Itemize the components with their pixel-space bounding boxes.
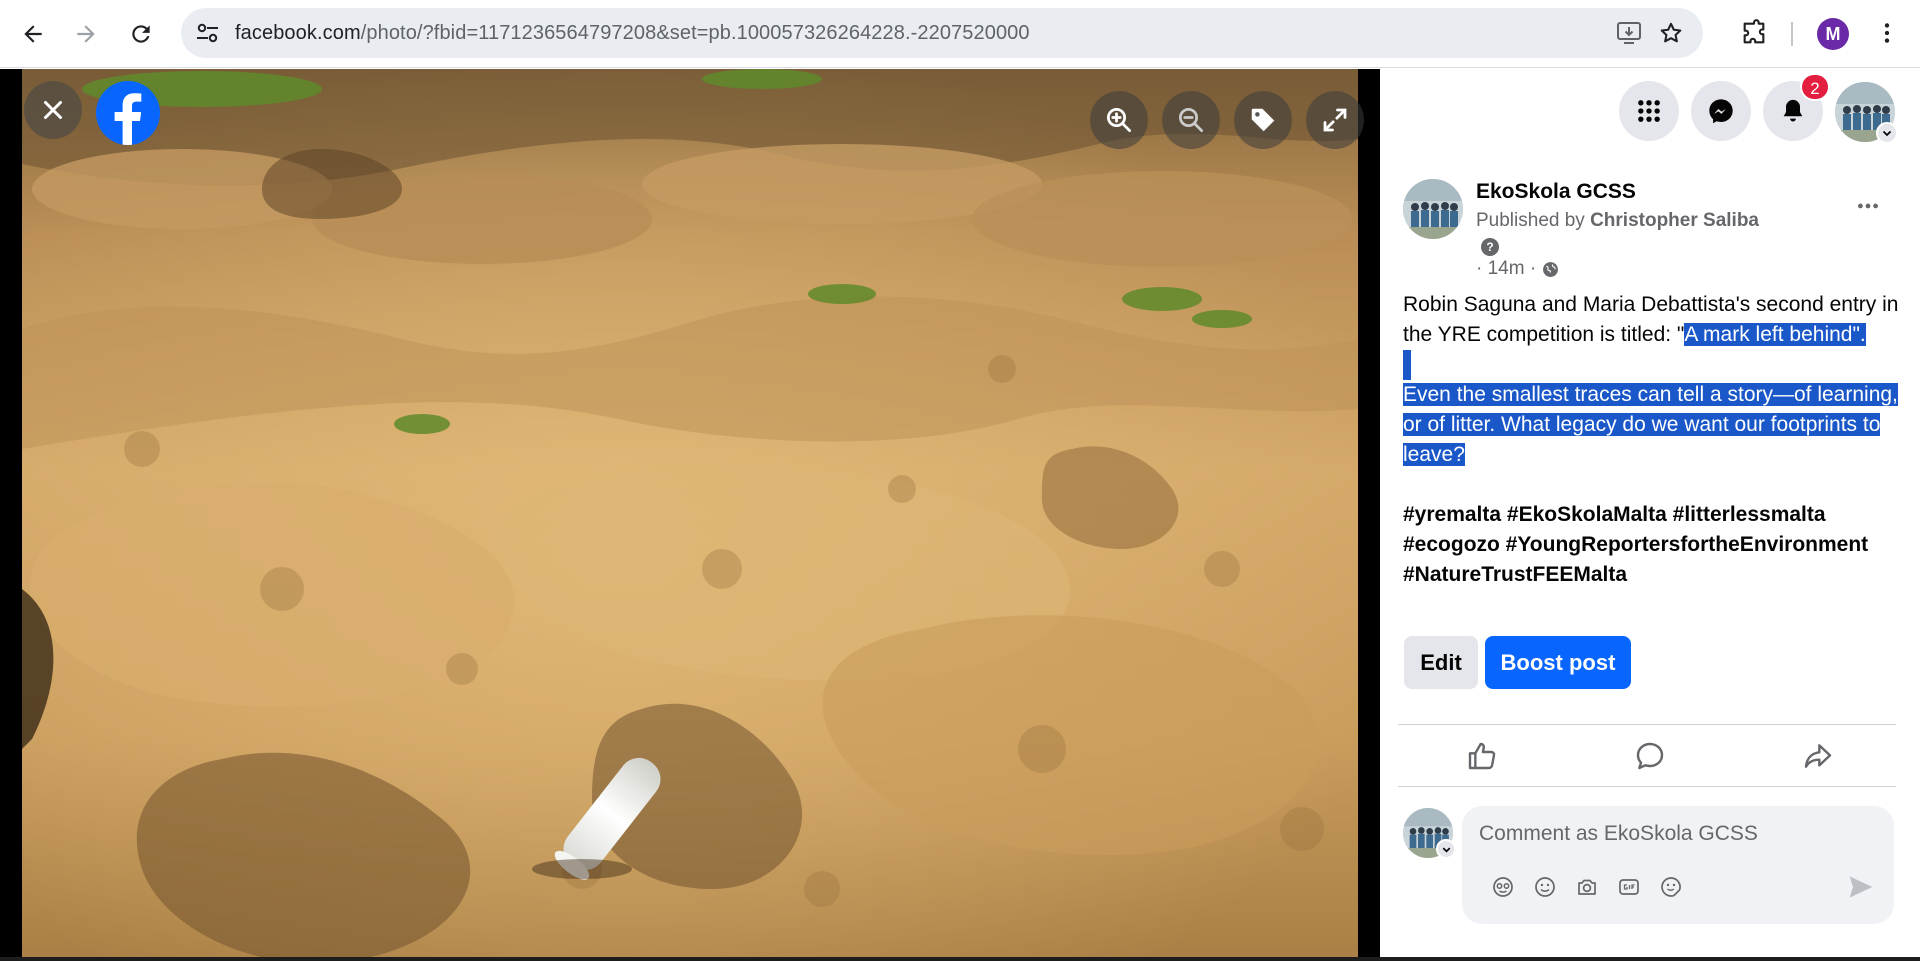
actions-top-divider: [1398, 724, 1896, 725]
group-photo-thumbnail: [1403, 179, 1463, 239]
comment-input[interactable]: [1479, 816, 1869, 852]
menu-button[interactable]: [1619, 81, 1679, 141]
author-name[interactable]: EkoSkola GCSS: [1476, 180, 1636, 204]
install-app-icon[interactable]: [1615, 20, 1643, 46]
post-text-title-selected: A mark left behind".: [1684, 323, 1866, 346]
puzzle-icon: [1743, 19, 1765, 44]
selected-blank-line: [1403, 350, 1411, 380]
share-arrow-icon: [1804, 744, 1832, 768]
thumbs-up-icon: [1468, 742, 1496, 770]
edit-post-button[interactable]: Edit: [1404, 636, 1478, 689]
vertical-dots-icon: [1884, 23, 1890, 43]
smiley-icon: [1535, 877, 1555, 897]
browser-menu-button[interactable]: [1870, 16, 1904, 50]
avatar-sticker-icon: [1493, 877, 1513, 897]
share-button[interactable]: [1800, 738, 1836, 774]
photo-viewer: [0, 69, 1380, 961]
post-options-button[interactable]: [1848, 186, 1888, 226]
commenter-switch-caret[interactable]: [1436, 839, 1456, 859]
comment-bubble-icon: [1636, 742, 1664, 770]
chevron-down-icon: [1882, 130, 1892, 137]
actions-bottom-divider: [1398, 786, 1896, 787]
post-text-body-selected: Even the smallest traces can tell a stor…: [1403, 383, 1898, 466]
fullscreen-icon: [1323, 108, 1347, 132]
post-hashtags[interactable]: #yremalta #EkoSkolaMalta #litterlessmalt…: [1403, 500, 1903, 590]
help-icon[interactable]: ?: [1481, 238, 1499, 256]
reload-button[interactable]: [121, 14, 161, 54]
avatar-sticker-button[interactable]: [1490, 874, 1516, 900]
zoom-in-button[interactable]: [1090, 91, 1148, 149]
post-timestamp[interactable]: · 14m ·: [1476, 258, 1536, 280]
globe-icon: [1543, 261, 1559, 277]
notification-count-badge: 2: [1800, 73, 1830, 101]
boost-post-button[interactable]: Boost post: [1485, 636, 1631, 689]
gif-button[interactable]: [1616, 874, 1642, 900]
site-settings-icon[interactable]: [195, 21, 221, 45]
account-menu-caret[interactable]: [1876, 122, 1898, 144]
forward-button[interactable]: [66, 14, 106, 54]
fullscreen-button[interactable]: [1306, 91, 1364, 149]
close-icon: [44, 101, 62, 119]
arrow-left-icon: [24, 25, 42, 43]
zoom-out-icon: [1179, 108, 1203, 132]
comment-button[interactable]: [1632, 738, 1668, 774]
emoji-button[interactable]: [1532, 874, 1558, 900]
grid-menu-icon: [1638, 100, 1660, 122]
post-photo[interactable]: [22, 69, 1358, 961]
more-horizontal-icon: [1858, 203, 1878, 209]
bell-icon: [1783, 99, 1803, 122]
tag-photo-button[interactable]: [1234, 91, 1292, 149]
facebook-logo[interactable]: [96, 81, 160, 145]
messenger-button[interactable]: [1691, 81, 1751, 141]
arrow-right-icon: [77, 25, 95, 43]
zoom-in-icon: [1107, 108, 1131, 132]
reload-icon: [132, 25, 150, 43]
messenger-icon: [1709, 99, 1733, 124]
sticker-icon: [1661, 877, 1681, 897]
url-text[interactable]: facebook.com/photo/?fbid=117123656479720…: [235, 8, 1030, 58]
published-by: Published by Christopher Saliba: [1476, 210, 1759, 232]
like-button[interactable]: [1464, 738, 1500, 774]
url-path: /photo/?fbid=1171236564797208&set=pb.100…: [360, 22, 1030, 44]
send-icon[interactable]: [1846, 872, 1876, 902]
camera-icon: [1578, 879, 1596, 895]
extensions-button[interactable]: [1737, 16, 1771, 50]
facebook-f-icon: [114, 93, 142, 145]
close-viewer-button[interactable]: [24, 81, 82, 139]
browser-toolbar: facebook.com/photo/?fbid=117123656479720…: [0, 0, 1920, 68]
back-button[interactable]: [13, 14, 53, 54]
photo-button[interactable]: [1574, 874, 1600, 900]
publisher-name[interactable]: Christopher Saliba: [1590, 210, 1759, 231]
address-bar[interactable]: facebook.com/photo/?fbid=117123656479720…: [181, 8, 1703, 58]
published-prefix: Published by: [1476, 210, 1585, 231]
rocky-ground-photo: [22, 69, 1358, 961]
gif-icon: [1619, 879, 1639, 895]
browser-profile-avatar[interactable]: M: [1817, 18, 1849, 50]
author-avatar[interactable]: [1403, 179, 1463, 239]
tag-icon: [1251, 108, 1275, 132]
post-meta: · 14m ·: [1476, 258, 1559, 280]
sticker-button[interactable]: [1658, 874, 1684, 900]
comment-composer: [1462, 806, 1894, 924]
zoom-out-button[interactable]: [1162, 91, 1220, 149]
toolbar-separator: [1791, 22, 1793, 46]
chevron-down-icon: [1442, 847, 1450, 853]
post-message: Robin Saguna and Maria Debattista's seco…: [1403, 290, 1903, 590]
window-bottom-edge: [0, 957, 1920, 961]
bookmark-star-icon[interactable]: [1657, 20, 1685, 46]
url-host: facebook.com: [235, 22, 361, 44]
